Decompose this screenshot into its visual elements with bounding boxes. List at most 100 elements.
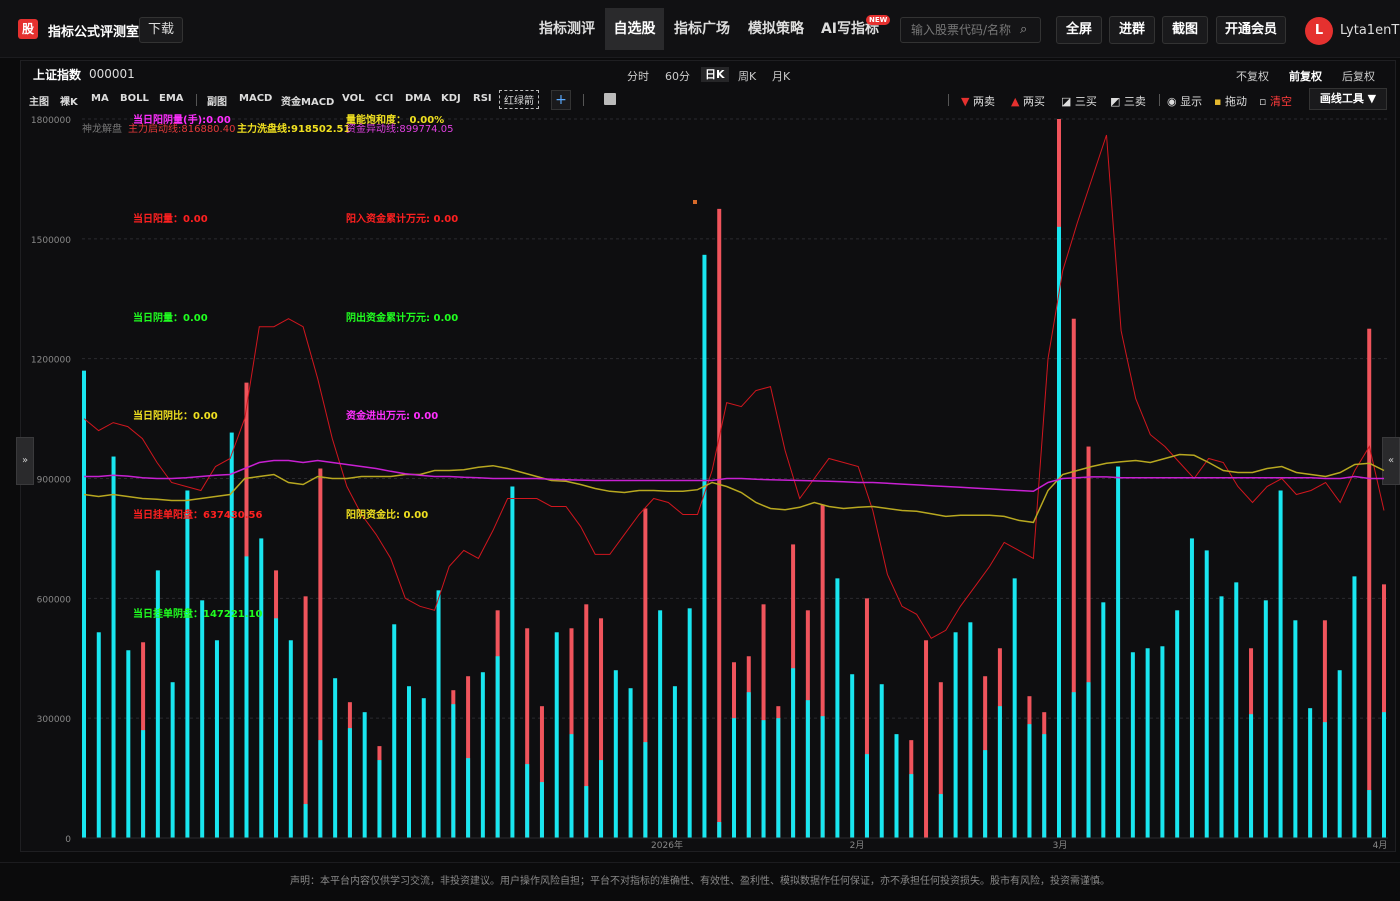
bar-yin (732, 718, 736, 838)
series-line-olive (83, 453, 1385, 524)
bar-yin (953, 632, 958, 838)
x-tick-label: 2月 (850, 840, 865, 851)
bar-yin (820, 716, 825, 838)
bar-yin (1086, 682, 1091, 838)
y-tick-label: 900000 (37, 476, 72, 486)
bar-yin (362, 712, 367, 838)
marker-dot (693, 200, 697, 204)
bar-yin (909, 774, 914, 838)
bar-yin (347, 728, 352, 838)
bar-yin (569, 734, 574, 838)
bar-yang (303, 596, 308, 838)
bar-yin (584, 786, 589, 838)
y-axis: 1800000 1500000 1200000 900000 600000 300000 0 (31, 116, 71, 845)
overlay-main-start-line: 主力启动线:816880.40 (128, 122, 235, 135)
bar-yin (1219, 596, 1224, 838)
label-yin-outflow: 阴出资金累计万元: 0.00 (346, 311, 458, 324)
x-tick-label: 2026年 (651, 839, 683, 851)
bar-yin (717, 822, 722, 838)
bar-yin (805, 700, 810, 838)
bar-yin (1263, 600, 1268, 838)
y-tick-label: 1500000 (31, 236, 71, 246)
bar-yin (126, 650, 131, 838)
bar-yin (451, 704, 456, 838)
chart[interactable]: 1800000 1500000 1200000 900000 600000 300000 0… (0, 0, 1400, 860)
y-tick-label: 300000 (37, 715, 72, 725)
bar-yin (791, 668, 796, 838)
bar-yin (1027, 724, 1032, 838)
bar-yin (244, 556, 249, 838)
bar-yin (613, 670, 618, 838)
bar-yin (776, 718, 781, 838)
bar-yin (1160, 646, 1165, 838)
bar-yin (407, 686, 411, 838)
bar-yin (1308, 708, 1313, 838)
bar-yin (1249, 714, 1254, 838)
bar-yin (983, 750, 988, 838)
bar-yin (761, 720, 766, 838)
disclaimer-footer: 声明：本平台内容仅供学习交流，非投资建议。用户操作风险自担；平台不对指标的准确性… (0, 862, 1400, 900)
bar-yin (687, 608, 692, 838)
bar-yin (1352, 576, 1357, 838)
bar-yin (658, 610, 663, 838)
bar-yin (1337, 670, 1342, 838)
series-line-redline (83, 134, 1385, 639)
y-tick-label: 1800000 (31, 116, 71, 126)
bar-yin (938, 794, 943, 838)
bar-yin (1101, 602, 1106, 838)
bar-yang (924, 640, 929, 838)
bar-yin (968, 622, 973, 838)
bar-yin (1175, 610, 1180, 838)
bar-yin (1204, 550, 1209, 838)
label-fund-flow: 资金进出万元: 0.00 (346, 409, 438, 422)
label-fund-ratio: 阳阴资金比: 0.00 (346, 508, 428, 521)
bar-yin (1116, 466, 1121, 838)
bar-yin (746, 692, 751, 838)
bar-yin (1234, 582, 1239, 838)
bar-yin (864, 754, 869, 838)
bar-yin (835, 578, 840, 838)
bar-yin (82, 370, 86, 838)
y-tick-label: 1200000 (31, 356, 71, 366)
label-yang-order: 当日挂单阳盘：637430.56 (133, 508, 263, 521)
bar-yin (1189, 538, 1194, 838)
bar-yin (1071, 692, 1076, 838)
bar-yin (1382, 712, 1386, 838)
bar-yin (495, 656, 500, 838)
bar-yin (1130, 652, 1135, 838)
indicator-lines (83, 134, 1385, 639)
label-yin-order: 当日挂单阴盘：147221.10 (133, 607, 263, 620)
x-axis: 2026年 2月 3月 4月 (651, 839, 1387, 851)
bar-yang (1367, 328, 1372, 838)
bar-yin (392, 624, 397, 838)
bar-yin (1042, 734, 1047, 838)
bar-yin (1057, 226, 1061, 839)
bar-yin (333, 678, 338, 838)
bar-yin (200, 600, 205, 838)
bar-yin (141, 730, 146, 838)
overlay-fund-anomaly-line: 资金异动线:899774.05 (346, 122, 453, 135)
overlay-shenlong: 神龙解盘 (82, 122, 122, 135)
bar-yin (480, 672, 485, 838)
bar-yin (997, 706, 1002, 838)
bar-yin (466, 758, 471, 838)
series-line-purple (84, 459, 1384, 493)
y-tick-label: 600000 (37, 595, 72, 605)
bar-yin (1145, 648, 1150, 838)
bar-yin (214, 640, 219, 838)
bar-yang (717, 208, 722, 838)
bar-yin (274, 618, 279, 838)
overlay-main-wash-line: 主力洗盘线:918502.51 (237, 122, 351, 135)
bar-yin (259, 538, 264, 838)
bar-yin (539, 782, 544, 838)
label-yang-inflow: 阳入资金累计万元: 0.00 (346, 212, 458, 225)
bar-yin (288, 640, 293, 838)
label-yin-volume: 当日阴量：0.00 (133, 311, 208, 324)
bar-yin (436, 590, 441, 838)
bar-yin (510, 486, 515, 838)
bar-yin (1322, 722, 1327, 838)
bar-yin (643, 742, 648, 838)
overlay-labels: 当日阳阴量(手):0.00 神龙解盘 主力启动线:816880.40 主力洗盘线… (82, 113, 458, 620)
bar-yin (421, 698, 426, 838)
bar-yin (702, 254, 707, 839)
